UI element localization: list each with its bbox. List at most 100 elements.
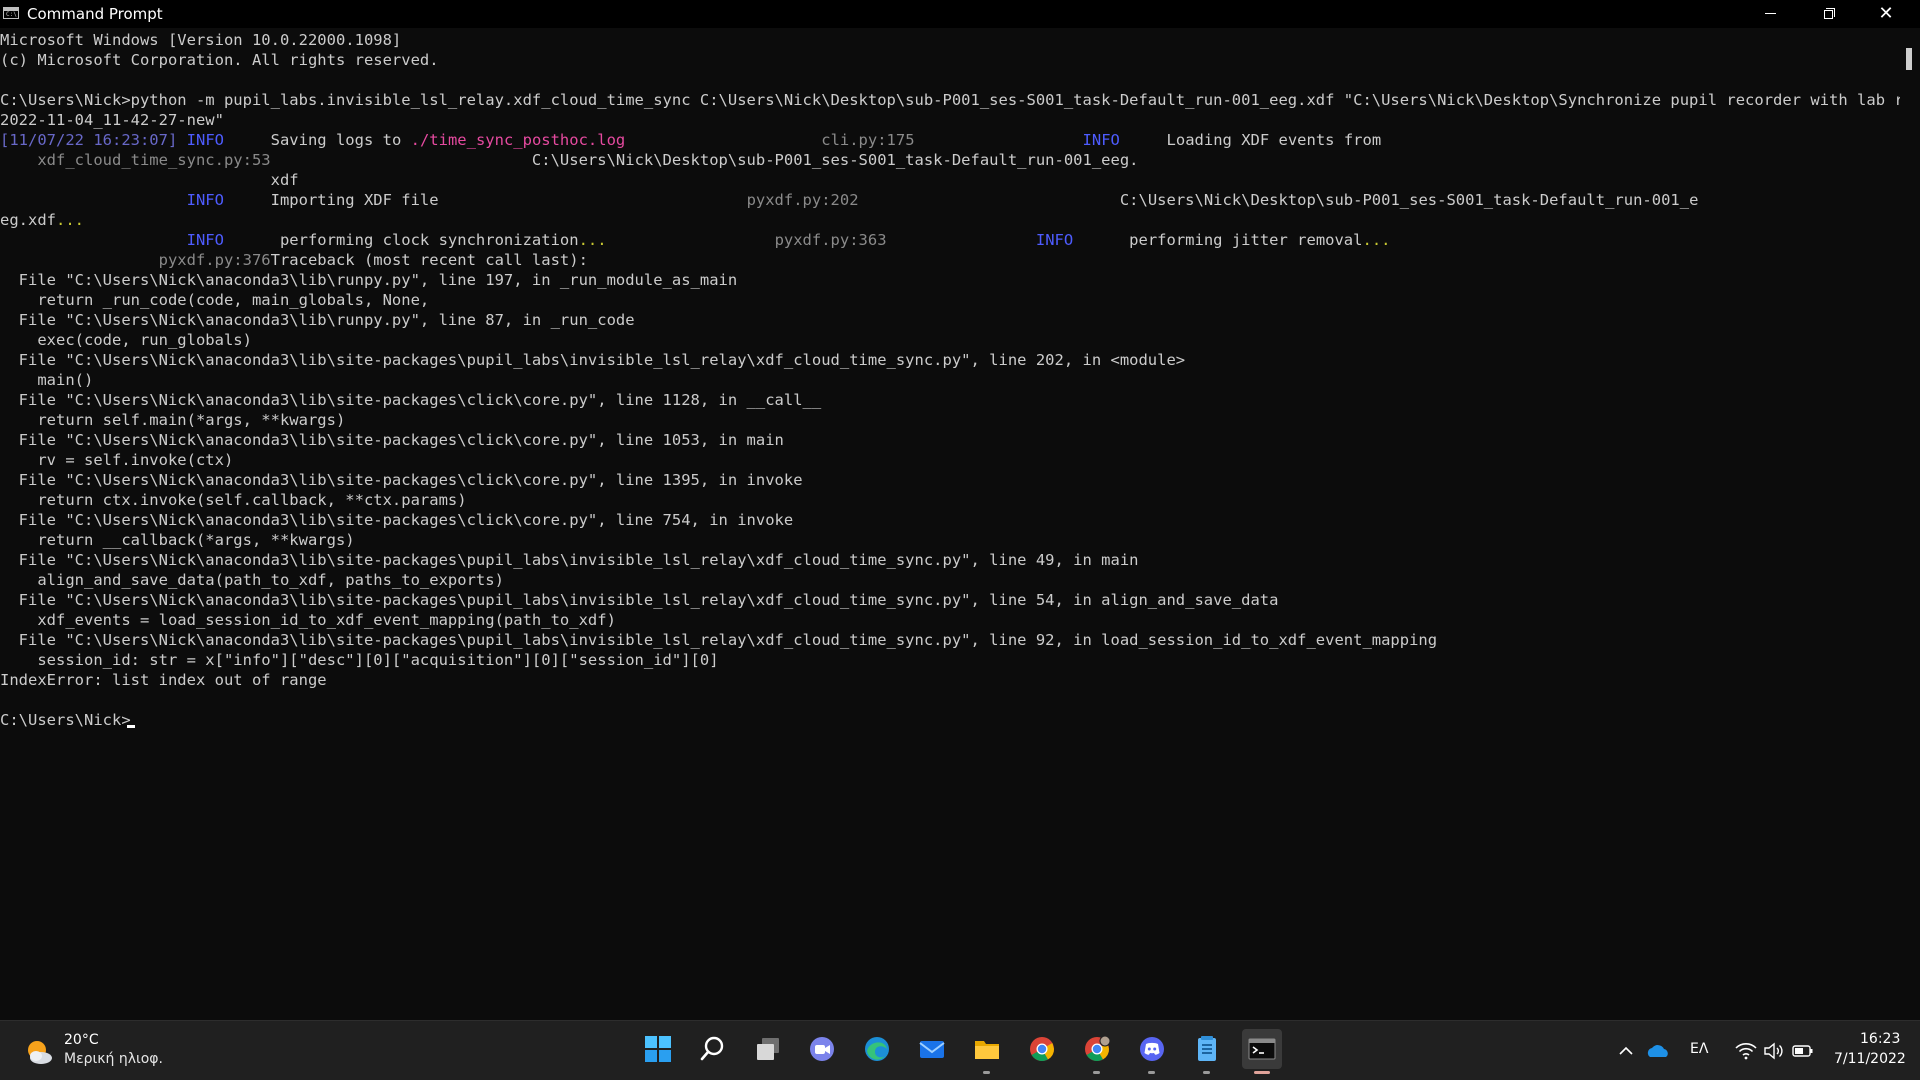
console-line: File "C:\Users\Nick\anaconda3\lib\site-p… — [0, 630, 1437, 650]
console-text: C:\Users\Nick>python -m pupil_labs.invis… — [0, 91, 1900, 109]
console-text: INFO — [186, 191, 224, 209]
console-text: File "C:\Users\Nick\anaconda3\lib\runpy.… — [0, 311, 635, 329]
console-text: (c) Microsoft Corporation. All rights re… — [0, 51, 439, 69]
console-line: INFO Importing XDF file pyxdf.py:202 C:\… — [0, 190, 1699, 210]
chrome-icon — [1030, 1037, 1054, 1062]
console-text: IndexError: list index out of range — [0, 671, 327, 689]
notepad-button[interactable] — [1187, 1029, 1227, 1074]
console-text: File "C:\Users\Nick\anaconda3\lib\site-p… — [0, 511, 794, 529]
console-line: File "C:\Users\Nick\anaconda3\lib\site-p… — [0, 590, 1279, 610]
console-line: File "C:\Users\Nick\anaconda3\lib\runpy.… — [0, 270, 738, 290]
console-line: File "C:\Users\Nick\anaconda3\lib\site-p… — [0, 350, 1185, 370]
speaker-icon — [1764, 1042, 1783, 1060]
console-text: performing clock synchronization — [223, 231, 579, 249]
command-prompt-icon[interactable]: C:\ — [3, 7, 19, 19]
onedrive-cloud-icon — [1647, 1045, 1668, 1057]
battery-button[interactable] — [1791, 1039, 1815, 1063]
running-indicator — [1148, 1071, 1155, 1074]
minimize-icon — [1765, 13, 1776, 14]
console-line: INFO performing clock synchronization...… — [0, 230, 1391, 250]
console-line: align_and_save_data(path_to_xdf, paths_t… — [0, 570, 504, 590]
console-text: INFO — [186, 131, 224, 149]
minimize-button[interactable] — [1741, 0, 1799, 28]
title-bar: C:\ Command Prompt ✕ — [0, 0, 1920, 28]
console-text: File "C:\Users\Nick\anaconda3\lib\site-p… — [0, 431, 784, 449]
console-text: return _run_code(code, main_globals, Non… — [0, 291, 430, 309]
console-text: ... — [1362, 231, 1391, 249]
scrollbar-thumb[interactable] — [1906, 48, 1912, 70]
console-text: main() — [0, 371, 94, 389]
console-line: File "C:\Users\Nick\anaconda3\lib\site-p… — [0, 390, 822, 410]
volume-button[interactable] — [1763, 1039, 1785, 1063]
console-text: ... — [578, 231, 607, 249]
console-text: Loading XDF events from — [1119, 131, 1382, 149]
restore-button[interactable] — [1799, 0, 1857, 28]
partly-sunny-icon — [28, 1041, 52, 1064]
text-cursor — [127, 725, 135, 728]
console-text: xdf — [0, 171, 299, 189]
console-text: Traceback (most recent call last): — [270, 251, 588, 269]
edge-button[interactable] — [857, 1029, 897, 1069]
teams-chat-button[interactable] — [802, 1029, 842, 1069]
mail-button[interactable] — [912, 1029, 952, 1069]
clock-time: 16:23 — [1860, 1031, 1901, 1047]
console-text: File "C:\Users\Nick\anaconda3\lib\site-p… — [0, 631, 1438, 649]
console-text: INFO — [1082, 131, 1120, 149]
discord-button[interactable] — [1132, 1029, 1172, 1074]
console-text: return __callback(*args, **kwargs) — [0, 531, 355, 549]
console-line: File "C:\Users\Nick\anaconda3\lib\site-p… — [0, 470, 803, 490]
close-button[interactable]: ✕ — [1857, 0, 1915, 28]
console-text: C:\Users\Nick\Desktop\sub-P001_ses-S001_… — [270, 151, 1139, 169]
console-line: Microsoft Windows [Version 10.0.22000.10… — [0, 30, 401, 50]
search-button[interactable] — [693, 1029, 733, 1069]
console-line: 2022-11-04_11-42-27-new" — [0, 110, 224, 130]
network-button[interactable] — [1734, 1039, 1758, 1063]
console-line: File "C:\Users\Nick\anaconda3\lib\site-p… — [0, 550, 1139, 570]
console-line: xdf_events = load_session_id_to_xdf_even… — [0, 610, 616, 630]
window-title: Command Prompt — [27, 5, 163, 23]
console-text: INFO — [1035, 231, 1074, 249]
console-line: eg.xdf... — [0, 210, 84, 230]
console-line: return ctx.invoke(self.callback, **ctx.p… — [0, 490, 467, 510]
task-view-button[interactable] — [748, 1029, 788, 1069]
console-text: return ctx.invoke(self.callback, **ctx.p… — [0, 491, 467, 509]
console-text: Saving logs to — [223, 131, 411, 149]
console-text: eg.xdf — [0, 211, 56, 229]
console-text: xdf_events = load_session_id_to_xdf_even… — [0, 611, 616, 629]
console-text: align_and_save_data(path_to_xdf, paths_t… — [0, 571, 504, 589]
weather-widget[interactable]: 20°C Μερική ηλιοφ. — [24, 1031, 184, 1071]
folder-icon — [975, 1041, 999, 1059]
edge-icon — [865, 1037, 889, 1061]
start-button[interactable] — [638, 1029, 678, 1069]
console-text: cli.py:175 — [821, 131, 915, 149]
windows-logo-icon — [645, 1036, 671, 1062]
console-text: pyxdf.py:202 — [746, 191, 859, 209]
battery-charging-icon — [1792, 1045, 1813, 1057]
console-text: File "C:\Users\Nick\anaconda3\lib\runpy.… — [0, 271, 738, 289]
console-output[interactable]: Microsoft Windows [Version 10.0.22000.10… — [0, 30, 1900, 1020]
close-icon: ✕ — [1878, 3, 1894, 24]
file-explorer-button[interactable] — [967, 1029, 1007, 1074]
show-hidden-icons-button[interactable] — [1616, 1039, 1636, 1063]
terminal-button[interactable] — [1242, 1029, 1282, 1074]
console-text: File "C:\Users\Nick\anaconda3\lib\site-p… — [0, 351, 1186, 369]
task-view-icon — [757, 1038, 779, 1060]
onedrive-button[interactable] — [1645, 1039, 1671, 1063]
teams-chat-icon — [810, 1037, 834, 1061]
console-line: return __callback(*args, **kwargs) — [0, 530, 355, 550]
console-line: return _run_code(code, main_globals, Non… — [0, 290, 429, 310]
chrome-profile-button[interactable] — [1077, 1029, 1117, 1074]
language-indicator[interactable]: ΕΛ — [1690, 1041, 1708, 1057]
console-text: ./time_sync_posthoc.log — [410, 131, 626, 149]
console-text: File "C:\Users\Nick\anaconda3\lib\site-p… — [0, 471, 803, 489]
taskbar: 20°C Μερική ηλιοφ. ΕΛ 16:23 7/11/2022 — [0, 1020, 1920, 1080]
chrome-button[interactable] — [1022, 1029, 1062, 1069]
chrome-profile-icon — [1085, 1035, 1111, 1062]
